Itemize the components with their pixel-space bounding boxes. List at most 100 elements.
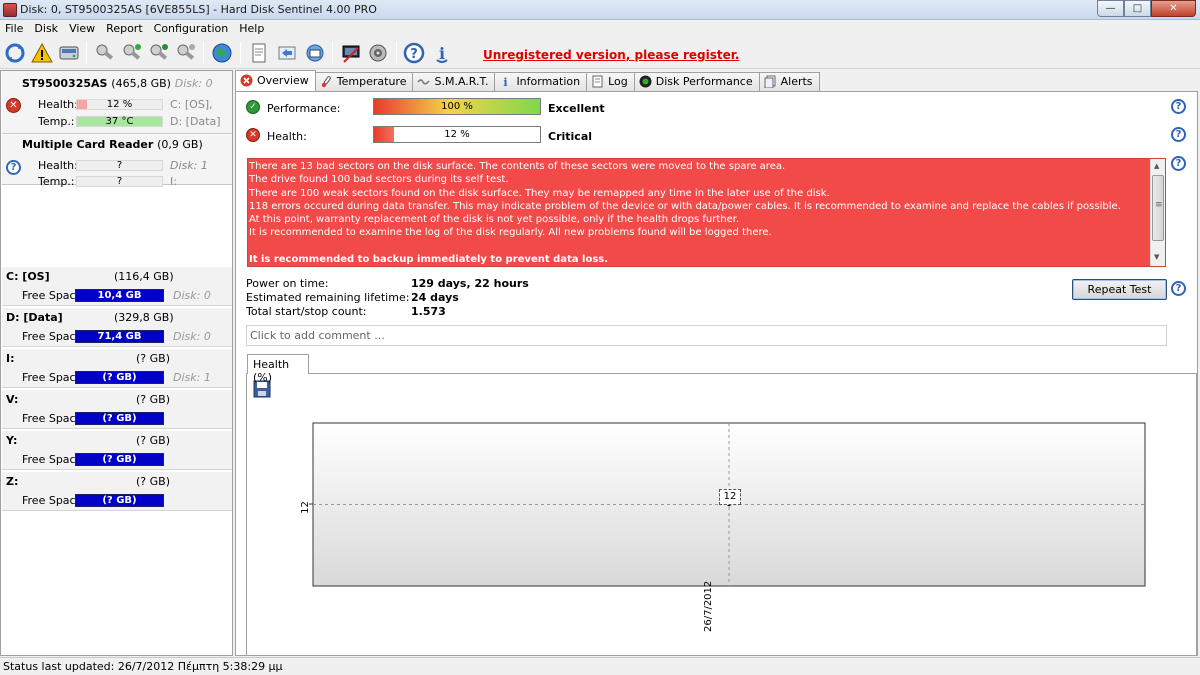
- configuration-icon[interactable]: [339, 41, 363, 65]
- free-space-label: Free Space: [22, 412, 83, 425]
- scroll-up-icon[interactable]: ▲: [1154, 162, 1159, 170]
- report-icon[interactable]: [247, 41, 271, 65]
- health-bar: 12 %: [373, 126, 541, 143]
- tab-information[interactable]: i Information: [494, 72, 588, 91]
- x-tick-label: 26/7/2012: [703, 580, 714, 632]
- menu-report[interactable]: Report: [101, 20, 148, 37]
- globe-icon[interactable]: [210, 41, 234, 65]
- free-space-value: (? GB): [102, 372, 137, 383]
- performance-label: Performance:: [267, 102, 341, 115]
- volume-entry[interactable]: D: [Data] (329,8 GB) Free Space 71,4 GB …: [2, 307, 232, 347]
- toolbar-separator: [240, 42, 241, 64]
- volume-disk: Disk: 1: [173, 371, 211, 384]
- surface-test-icon[interactable]: [120, 41, 144, 65]
- free-space-value: (? GB): [102, 413, 137, 424]
- tab-smart[interactable]: S.M.A.R.T.: [412, 72, 496, 91]
- window-controls: — □ ✕: [1097, 0, 1196, 18]
- sync-icon[interactable]: [275, 41, 299, 65]
- volume-size: (? GB): [136, 352, 170, 365]
- tab-disk-performance[interactable]: Disk Performance: [633, 72, 760, 91]
- health-chart: 12 12 26/7/2012: [246, 373, 1197, 656]
- toolbar-separator: [332, 42, 333, 64]
- status-message: There are 100 weak sectors found on the …: [249, 187, 830, 199]
- disk-icon[interactable]: [57, 41, 81, 65]
- health-label: Health:: [38, 159, 78, 172]
- title-bar: Disk: 0, ST9500325AS [6VE855LS] - Hard D…: [0, 0, 1200, 20]
- toolbar-separator: [86, 42, 87, 64]
- disk-number: Disk: 0: [174, 77, 213, 90]
- health-chart-plot: [309, 422, 1146, 587]
- toolbar-separator: [203, 42, 204, 64]
- maximize-button[interactable]: □: [1124, 0, 1151, 17]
- temp-value: ?: [116, 176, 123, 187]
- free-space-bar: (? GB): [75, 453, 164, 466]
- volume-entry[interactable]: I: (? GB) Free Space (? GB) Disk: 1: [2, 348, 232, 388]
- menu-help[interactable]: Help: [234, 20, 270, 37]
- tab-strip: Overview Temperature S.M.A.R.T. i Inform…: [235, 70, 820, 91]
- lifetime-label: Estimated remaining lifetime:: [246, 291, 410, 304]
- tab-label: Temperature: [336, 75, 407, 88]
- performance-verdict: Excellent: [548, 102, 605, 115]
- volume-size: (116,4 GB): [114, 270, 174, 283]
- tab-temperature[interactable]: Temperature: [314, 72, 414, 91]
- menu-view[interactable]: View: [64, 20, 101, 37]
- free-space-label: Free Space: [22, 371, 83, 384]
- volume-size: (329,8 GB): [114, 311, 174, 324]
- tools-icon[interactable]: [174, 41, 198, 65]
- disk-entry-1[interactable]: Multiple Card Reader (0,9 GB) ? Health: …: [2, 135, 232, 188]
- status-bar: Status last updated: 26/7/2012 Πέμπτη 5:…: [0, 657, 1200, 675]
- performance-bar: 100 %: [373, 98, 541, 115]
- data-label: 12: [719, 489, 741, 505]
- volume-entry[interactable]: C: [OS] (116,4 GB) Free Space 10,4 GB Di…: [2, 266, 232, 306]
- about-icon[interactable]: i: [430, 41, 454, 65]
- help-icon[interactable]: ?: [402, 41, 426, 65]
- volume-entry[interactable]: V: (? GB) Free Space (? GB): [2, 389, 232, 429]
- tab-alerts[interactable]: Alerts: [758, 72, 820, 91]
- volume-entry[interactable]: Z: (? GB) Free Space (? GB): [2, 471, 232, 511]
- disk-volumes: D: [Data]: [170, 115, 221, 128]
- send-report-icon[interactable]: [303, 41, 327, 65]
- free-space-bar: (? GB): [75, 494, 164, 507]
- log-icon: [591, 75, 604, 88]
- repeat-test-button[interactable]: Repeat Test: [1072, 279, 1167, 300]
- minimize-button[interactable]: —: [1097, 0, 1124, 17]
- help-icon[interactable]: ?: [1171, 281, 1186, 296]
- help-icon[interactable]: ?: [1171, 156, 1186, 171]
- menu-disk[interactable]: Disk: [29, 20, 64, 37]
- sound-icon[interactable]: [366, 41, 390, 65]
- test-icon[interactable]: [93, 41, 117, 65]
- volume-size: (? GB): [136, 434, 170, 447]
- disk-volumes: I:: [170, 175, 177, 188]
- chart-tab-health[interactable]: Health (%): [247, 354, 309, 384]
- register-link[interactable]: Unregistered version, please register.: [483, 48, 740, 62]
- disk-size: (465,8 GB): [111, 77, 171, 90]
- health-bar-fill: [374, 127, 394, 142]
- help-icon[interactable]: ?: [1171, 99, 1186, 114]
- info-icon: i: [499, 75, 512, 89]
- help-icon[interactable]: ?: [1171, 127, 1186, 142]
- y-tick-label: 12: [299, 501, 311, 514]
- scrollbar-thumb[interactable]: [1152, 175, 1164, 241]
- disk-entry-0[interactable]: ST9500325AS (465,8 GB) Disk: 0 ✕ Health:…: [2, 71, 232, 134]
- status-messages[interactable]: There are 13 bad sectors on the disk sur…: [247, 158, 1166, 267]
- comment-field[interactable]: Click to add comment ...: [246, 325, 1167, 346]
- temp-value: 37 °C: [105, 116, 134, 127]
- free-space-bar: (? GB): [75, 412, 164, 425]
- error-icon: ✕: [6, 98, 21, 113]
- volume-entry[interactable]: Y: (? GB) Free Space (? GB): [2, 430, 232, 470]
- warning-icon[interactable]: [30, 41, 54, 65]
- temp-bar: 37 °C: [76, 116, 163, 127]
- window-title: Disk: 0, ST9500325AS [6VE855LS] - Hard D…: [20, 3, 377, 16]
- self-test-icon[interactable]: [147, 41, 171, 65]
- lifetime-value: 24 days: [411, 291, 459, 304]
- refresh-icon[interactable]: [3, 41, 27, 65]
- volume-size: (? GB): [136, 393, 170, 406]
- scroll-down-icon[interactable]: ▼: [1154, 253, 1159, 261]
- tab-overview[interactable]: Overview: [235, 70, 316, 91]
- menu-configuration[interactable]: Configuration: [149, 20, 235, 37]
- detail-panel: Overview Temperature S.M.A.R.T. i Inform…: [235, 70, 1198, 656]
- tab-log[interactable]: Log: [586, 72, 635, 91]
- menu-file[interactable]: File: [0, 20, 29, 37]
- close-button[interactable]: ✕: [1151, 0, 1196, 17]
- message-scrollbar[interactable]: ▲ ▼: [1150, 159, 1165, 266]
